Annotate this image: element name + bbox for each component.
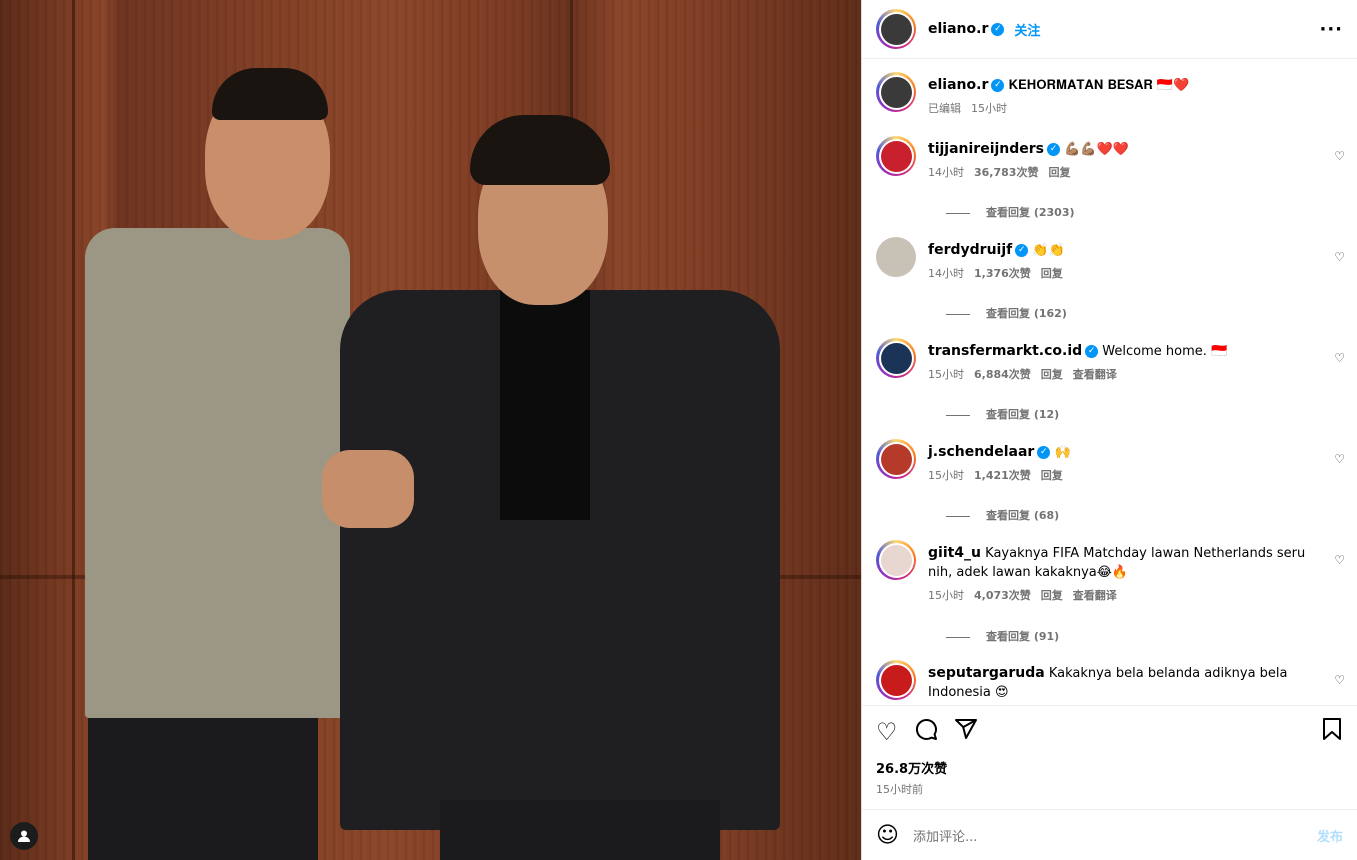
right-person-pants bbox=[440, 800, 720, 860]
comment-username[interactable]: j.schendelaar bbox=[928, 444, 1034, 460]
like-comment-icon[interactable]: ♡ bbox=[1334, 351, 1345, 365]
like-comment-icon[interactable]: ♡ bbox=[1334, 452, 1345, 466]
comment-item: transfermarkt.co.id ✓ Welcome home. 🇮🇩 15… bbox=[876, 338, 1345, 428]
verified-icon: ✓ bbox=[991, 22, 1005, 36]
post-detail-panel: eliano.r ✓ 关注 ··· eliano.r ✓ 𝐊𝐄𝐇𝐎𝐑𝐌𝐀𝐓𝐀𝐍 𝐁… bbox=[861, 0, 1357, 860]
panel-seam bbox=[72, 0, 75, 860]
verified-icon: ✓ bbox=[1037, 446, 1051, 459]
comment-time: 15小时 bbox=[928, 469, 964, 482]
reply-button[interactable]: 回复 bbox=[1041, 589, 1063, 602]
comment-username[interactable]: ferdydruijf bbox=[928, 242, 1012, 258]
share-icon[interactable] bbox=[954, 717, 978, 747]
comments-list[interactable]: eliano.r ✓ 𝐊𝐄𝐇𝐎𝐑𝐌𝐀𝐓𝐀𝐍 𝐁𝐄𝐒𝐀𝐑 🇮🇩❤️ 已编辑 15小时 … bbox=[862, 60, 1357, 705]
reply-button[interactable]: 回复 bbox=[1041, 368, 1063, 381]
comment-username[interactable]: tijjanireijnders bbox=[928, 141, 1044, 157]
comment-icon[interactable] bbox=[914, 717, 938, 747]
like-comment-icon[interactable]: ♡ bbox=[1334, 250, 1345, 264]
view-replies-button[interactable]: 查看回复 (68) bbox=[946, 507, 1059, 523]
comment-item: j.schendelaar ✓ 🙌 15小时 1,421次赞 回复 ♡ 查看回复 (6… bbox=[876, 439, 1345, 529]
comment-text: Welcome home. 🇮🇩 bbox=[1102, 344, 1228, 359]
follow-button[interactable]: 关注 bbox=[1014, 20, 1040, 39]
comment-likes[interactable]: 36,783次赞 bbox=[974, 166, 1038, 179]
add-comment-bar: ☺ 添加评论... 发布 bbox=[862, 809, 1357, 860]
comment-time: 14小时 bbox=[928, 166, 964, 179]
caption: eliano.r ✓ 𝐊𝐄𝐇𝐎𝐑𝐌𝐀𝐓𝐀𝐍 𝐁𝐄𝐒𝐀𝐑 🇮🇩❤️ 已编辑 15小时 bbox=[876, 72, 1345, 132]
comment-likes[interactable]: 1,421次赞 bbox=[974, 469, 1031, 482]
post-photo[interactable] bbox=[0, 0, 861, 860]
view-replies-button[interactable]: 查看回复 (91) bbox=[946, 628, 1059, 644]
commenter-avatar[interactable] bbox=[876, 136, 916, 176]
comment-item: seputargaruda Kakaknya bela belanda adik… bbox=[876, 660, 1345, 705]
comment-input[interactable]: 添加评论... bbox=[913, 826, 977, 845]
comment-likes[interactable]: 4,073次赞 bbox=[974, 589, 1031, 602]
comment-item: tijjanireijnders ✓ 💪🏽💪🏽❤️❤️ 14小时 36,783次赞回… bbox=[876, 136, 1345, 226]
comment-text: 🙌 bbox=[1054, 445, 1071, 460]
comment-time: 15小时 bbox=[928, 589, 964, 602]
comment-username[interactable]: giit4_u bbox=[928, 545, 981, 561]
handshake bbox=[322, 450, 414, 528]
right-person-hair bbox=[470, 115, 610, 185]
right-person-shirt bbox=[500, 290, 590, 520]
more-options-icon[interactable]: ··· bbox=[1319, 19, 1343, 40]
left-person-shirt bbox=[85, 228, 350, 718]
post-time: 15小时前 bbox=[876, 783, 923, 796]
likes-count[interactable]: 26.8万次赞 bbox=[876, 758, 1343, 777]
comment-likes[interactable]: 6,884次赞 bbox=[974, 368, 1031, 381]
commenter-avatar[interactable] bbox=[876, 660, 916, 700]
caption-username[interactable]: eliano.r bbox=[928, 77, 988, 93]
post-header: eliano.r ✓ 关注 ··· bbox=[862, 0, 1357, 59]
view-replies-button[interactable]: 查看回复 (162) bbox=[946, 305, 1067, 321]
comment-username[interactable]: seputargaruda bbox=[928, 665, 1045, 681]
post-actions: ♡ 26.8万次赞 15小时前 bbox=[862, 705, 1357, 809]
tagged-user-icon[interactable] bbox=[10, 822, 38, 850]
like-icon[interactable]: ♡ bbox=[876, 718, 898, 746]
commenter-avatar[interactable] bbox=[876, 338, 916, 378]
translate-button[interactable]: 查看翻译 bbox=[1073, 589, 1117, 602]
comment-text: Kayaknya FIFA Matchday lawan Netherlands… bbox=[928, 546, 1306, 580]
verified-icon: ✓ bbox=[1085, 345, 1099, 358]
caption-text: 𝐊𝐄𝐇𝐎𝐑𝐌𝐀𝐓𝐀𝐍 𝐁𝐄𝐒𝐀𝐑 🇮🇩❤️ bbox=[1008, 78, 1190, 93]
emoji-icon[interactable]: ☺ bbox=[876, 823, 899, 848]
author-username[interactable]: eliano.r bbox=[928, 21, 988, 37]
save-icon[interactable] bbox=[1321, 717, 1343, 747]
verified-icon: ✓ bbox=[1015, 244, 1029, 257]
like-comment-icon[interactable]: ♡ bbox=[1334, 553, 1345, 567]
comment-time: 14小时 bbox=[928, 267, 964, 280]
post-comment-button[interactable]: 发布 bbox=[1317, 826, 1343, 845]
commenter-avatar[interactable] bbox=[876, 439, 916, 479]
comment-text: 👏👏 bbox=[1032, 243, 1065, 258]
comment-item: ferdydruijf ✓ 👏👏 14小时 1,376次赞 回复 ♡ 查看回复 (16… bbox=[876, 237, 1345, 327]
edited-label: 已编辑 bbox=[928, 102, 961, 115]
comment-text: 💪🏽💪🏽❤️❤️ bbox=[1064, 142, 1129, 157]
reply-button[interactable]: 回复 bbox=[1041, 267, 1063, 280]
like-comment-icon[interactable]: ♡ bbox=[1334, 673, 1345, 687]
caption-avatar[interactable] bbox=[876, 72, 916, 112]
comment-username[interactable]: transfermarkt.co.id bbox=[928, 343, 1082, 359]
view-replies-button[interactable]: 查看回复 (12) bbox=[946, 406, 1059, 422]
verified-icon: ✓ bbox=[1047, 143, 1061, 156]
like-comment-icon[interactable]: ♡ bbox=[1334, 149, 1345, 163]
comment-likes[interactable]: 1,376次赞 bbox=[974, 267, 1031, 280]
verified-icon: ✓ bbox=[991, 79, 1005, 92]
author-avatar[interactable] bbox=[876, 9, 916, 49]
comment-time: 15小时 bbox=[928, 368, 964, 381]
translate-button[interactable]: 查看翻译 bbox=[1073, 368, 1117, 381]
commenter-avatar[interactable] bbox=[876, 237, 916, 277]
comment-item: giit4_u Kayaknya FIFA Matchday lawan Net… bbox=[876, 540, 1345, 650]
reply-button[interactable]: 回复 bbox=[1041, 469, 1063, 482]
caption-time: 15小时 bbox=[971, 102, 1007, 115]
commenter-avatar[interactable] bbox=[876, 540, 916, 580]
reply-button[interactable]: 回复 bbox=[1048, 166, 1070, 179]
view-replies-button[interactable]: 查看回复 (2303) bbox=[946, 204, 1075, 220]
